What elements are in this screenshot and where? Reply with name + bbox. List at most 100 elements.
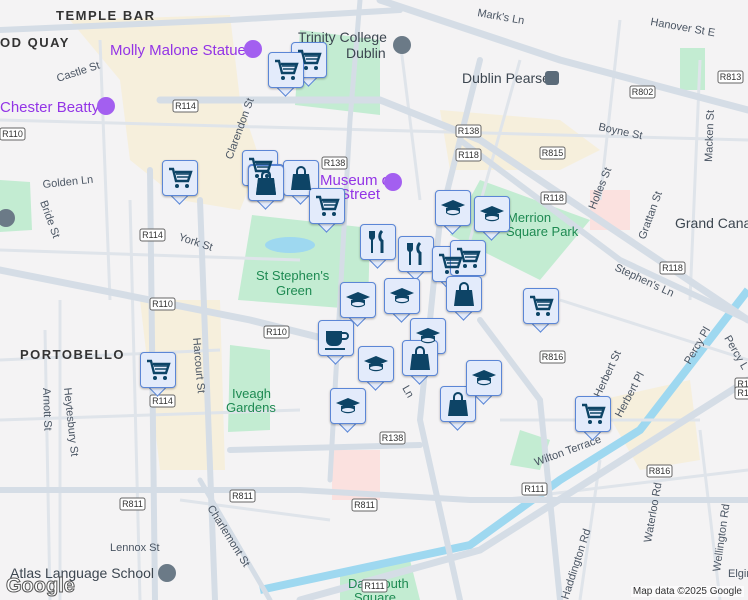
train-station-icon[interactable] [545,71,559,85]
map-marker-cart[interactable] [523,288,559,333]
route-shield: R811 [351,498,378,512]
shopping-cart-icon [316,195,340,216]
map-marker-bag[interactable] [248,165,284,210]
map-marker-fork[interactable] [360,224,396,269]
svg-text:R816: R816 [649,466,671,476]
street-label: Wellington Rd [711,503,732,572]
map-marker-cart[interactable] [162,160,198,205]
museum-icon[interactable] [97,97,115,115]
marker-box [435,190,471,226]
map-marker-cart[interactable] [309,188,345,233]
route-shield: R110 [0,127,26,141]
svg-text:R811: R811 [232,491,253,501]
park-label-merrion: Merrion [507,210,551,225]
school-icon [336,398,360,414]
marker-box [446,276,482,312]
poi-label-molly-malone[interactable]: Molly Malone Statue [110,42,246,59]
svg-text:R111: R111 [737,388,748,398]
park-label-merrion-2: Square Park [506,224,579,239]
svg-text:R114: R114 [175,101,196,111]
route-shield: R114 [139,228,166,242]
street-label: Heytesbury St [61,387,80,457]
svg-text:R110: R110 [266,327,287,337]
poi-label-trinity-2[interactable]: Dublin [346,45,386,61]
route-shield: R111 [521,482,548,496]
svg-text:R111: R111 [364,581,384,591]
route-shield: R816 [646,464,673,478]
poi-label-museum-2[interactable]: Street [340,186,381,203]
marker-box [402,340,438,376]
park-label-iveagh: Iveagh [232,386,271,401]
cafe-icon [325,331,349,350]
monument-icon[interactable] [244,40,262,58]
area-label-temple-bar: TEMPLE BAR [56,8,156,23]
svg-text:R811: R811 [122,499,143,509]
map-marker-bag[interactable] [446,276,482,321]
map-marker-fork[interactable] [398,236,434,281]
svg-text:R111: R111 [524,484,544,494]
svg-text:R811: R811 [354,500,375,510]
map-marker-cup[interactable] [318,320,354,365]
pond [265,237,315,253]
route-shield: R811 [119,497,146,511]
shopping-bag-icon [448,392,468,416]
park-label-stephens-2: Green [276,283,312,298]
street-label: Boyne St [597,121,643,142]
map-marker-cart[interactable] [140,352,176,397]
marker-box [268,52,304,88]
marker-box [466,360,502,396]
map-marker-bag[interactable] [440,386,476,431]
map-marker-cart[interactable] [575,396,611,441]
poi-label-chester-beatty[interactable]: Chester Beatty [0,99,100,116]
shopping-bag-icon [454,282,474,306]
marker-box [358,346,394,382]
area-label-wood-quay: OD QUAY [0,35,70,50]
street-label: Lennox St [110,542,160,554]
marker-box [523,288,559,324]
google-logo[interactable]: Google [6,575,76,598]
route-shield: R111 [734,386,748,400]
route-shield: R138 [455,124,482,138]
school-icon [364,356,388,372]
street-label: Ln [399,384,416,401]
shopping-cart-icon [169,167,193,188]
marker-box [450,240,486,276]
shopping-cart-icon [457,247,481,268]
street-label: Mark's Ln [476,7,525,27]
svg-text:R110: R110 [152,299,173,309]
map-attribution[interactable]: Map data ©2025 Google [630,586,744,597]
shopping-cart-icon [147,359,171,380]
map-marker-bag[interactable] [402,340,438,385]
map-marker-grad[interactable] [330,388,366,433]
route-shields: R114 R114 R110 R110 R110 R138 R138 R118 R815 R118… [0,70,748,593]
map-marker-grad[interactable] [358,346,394,391]
svg-text:R114: R114 [152,396,173,406]
museum-icon[interactable] [384,173,402,191]
route-shield: R802 [629,85,656,99]
marker-box [318,320,354,356]
marker-box [248,165,284,201]
svg-text:R138: R138 [382,433,404,443]
area-label-portobello: PORTOBELLO [20,347,125,362]
school-icon[interactable] [158,564,176,582]
school-icon [441,200,465,216]
street-label: Macken St [703,110,717,162]
shopping-cart-icon [275,59,299,80]
shopping-bag-icon [410,346,430,370]
svg-text:R802: R802 [632,87,654,97]
marker-box [474,196,510,232]
route-shield: R118 [455,148,482,162]
svg-text:R813: R813 [720,72,742,82]
poi-label-dublin-pearse[interactable]: Dublin Pearse [462,70,550,86]
street-label: Arnott St [40,388,53,431]
map-marker-cart[interactable] [268,52,304,97]
route-shield: R138 [379,431,406,445]
street-label: Elgin [728,568,748,580]
route-shield: R110 [263,325,290,339]
map-marker-grad[interactable] [435,190,471,235]
university-icon[interactable] [393,36,411,54]
restaurant-icon [369,229,384,253]
map-marker-grad[interactable] [474,196,510,241]
route-shield: R811 [229,489,256,503]
map-marker-grad[interactable] [384,278,420,323]
